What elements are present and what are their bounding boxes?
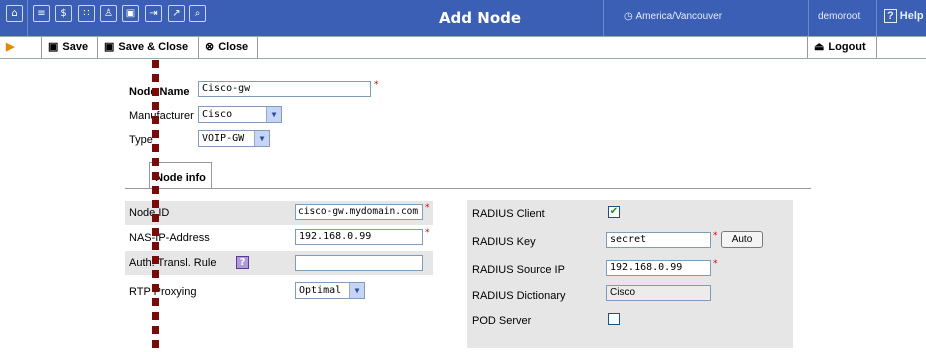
radius-dictionary-field: Cisco xyxy=(606,285,711,301)
question-icon[interactable]: ? xyxy=(236,256,249,269)
close-label: Close xyxy=(218,41,249,53)
manufacturer-value: Cisco xyxy=(202,109,233,120)
required-marker: * xyxy=(374,80,379,90)
clock-icon: ◷ xyxy=(624,11,633,22)
timezone-link[interactable]: ◷ America/Vancouver xyxy=(624,11,722,22)
node-id-input[interactable]: cisco-gw.mydomain.com xyxy=(295,204,423,220)
nas-ip-label: NAS-IP-Address xyxy=(129,232,210,244)
chevron-down-icon: ▼ xyxy=(266,107,281,122)
node-icon[interactable]: ▣ xyxy=(122,5,139,22)
grid-icon[interactable]: ∷ xyxy=(78,5,95,22)
chart-icon[interactable]: ↗ xyxy=(168,5,185,22)
help-label: Help xyxy=(899,10,924,22)
required-marker: * xyxy=(713,259,718,269)
export-icon[interactable]: ⇥ xyxy=(145,5,162,22)
rtp-label: RTP Proxying xyxy=(129,286,197,298)
search-doc-icon[interactable]: ⌕ xyxy=(189,5,206,22)
pod-server-label: POD Server xyxy=(472,315,532,327)
manufacturer-select[interactable]: Cisco ▼ xyxy=(198,106,282,123)
type-select[interactable]: VOIP-GW ▼ xyxy=(198,130,270,147)
page-title: Add Node xyxy=(438,9,522,27)
radius-dictionary-label: RADIUS Dictionary xyxy=(472,290,566,302)
help-link[interactable]: ? Help xyxy=(884,9,924,23)
logout-button[interactable]: ⏏ Logout xyxy=(807,37,877,58)
radius-source-ip-input[interactable]: 192.168.0.99 xyxy=(606,260,711,276)
node-name-label: Node Name xyxy=(129,86,190,98)
save-label: Save xyxy=(62,41,89,53)
save-close-button[interactable]: ▣ Save & Close xyxy=(98,37,199,58)
required-marker: * xyxy=(713,231,718,241)
radius-source-ip-label: RADIUS Source IP xyxy=(472,264,565,276)
radius-client-checkbox[interactable]: ✔ xyxy=(608,206,620,218)
separator xyxy=(27,0,28,36)
close-icon: ⊗ xyxy=(205,41,215,53)
logout-icon: ⏏ xyxy=(814,41,825,53)
top-navigation-bar: ⌂ ≡ $ ∷ ♙ ▣ ⇥ ↗ ⌕ Add Node ◷ America/Van… xyxy=(0,0,926,36)
rtp-select[interactable]: Optimal ▼ xyxy=(295,282,365,299)
close-button[interactable]: ⊗ Close xyxy=(199,37,258,58)
pod-server-checkbox[interactable] xyxy=(608,313,620,325)
nas-ip-input[interactable]: 192.168.0.99 xyxy=(295,229,423,245)
home-icon[interactable]: ⌂ xyxy=(6,5,23,22)
user-link[interactable]: demoroot xyxy=(818,11,860,22)
separator xyxy=(603,0,604,36)
auto-button[interactable]: Auto xyxy=(721,231,763,248)
node-id-label: Node ID xyxy=(129,207,170,219)
type-label: Type xyxy=(129,134,153,146)
save-button[interactable]: ▣ Save xyxy=(42,37,98,58)
chevron-down-icon: ▼ xyxy=(254,131,269,146)
user-icon[interactable]: ♙ xyxy=(100,5,117,22)
timezone-label: America/Vancouver xyxy=(635,11,723,22)
save-close-label: Save & Close xyxy=(118,41,189,53)
separator xyxy=(876,0,877,36)
required-marker: * xyxy=(425,228,430,238)
help-icon: ? xyxy=(884,9,897,23)
disk-icon: ▣ xyxy=(104,41,115,53)
tab-divider xyxy=(125,188,811,189)
type-value: VOIP-GW xyxy=(202,133,245,144)
auth-rule-label: Auth. Transl. Rule xyxy=(129,257,217,269)
radius-key-label: RADIUS Key xyxy=(472,236,536,248)
required-marker: * xyxy=(425,203,430,213)
manufacturer-label: Manufacturer xyxy=(129,110,194,122)
disk-icon: ▣ xyxy=(48,41,59,53)
action-toolbar: ▶ ▣ Save ▣ Save & Close ⊗ Close ⏏ Logout xyxy=(0,36,926,59)
radius-key-input[interactable]: secret xyxy=(606,232,711,248)
list-icon[interactable]: ≡ xyxy=(33,5,50,22)
expand-arrow-icon[interactable]: ▶ xyxy=(0,37,42,58)
chevron-down-icon: ▼ xyxy=(349,283,364,298)
logout-label: Logout xyxy=(828,41,866,53)
check-icon: ✔ xyxy=(609,206,619,217)
rtp-value: Optimal xyxy=(299,285,342,296)
dollar-icon[interactable]: $ xyxy=(55,5,72,22)
separator xyxy=(808,0,809,36)
radius-client-label: RADIUS Client xyxy=(472,208,545,220)
auth-rule-input[interactable] xyxy=(295,255,423,271)
node-name-input[interactable]: Cisco-gw xyxy=(198,81,371,97)
